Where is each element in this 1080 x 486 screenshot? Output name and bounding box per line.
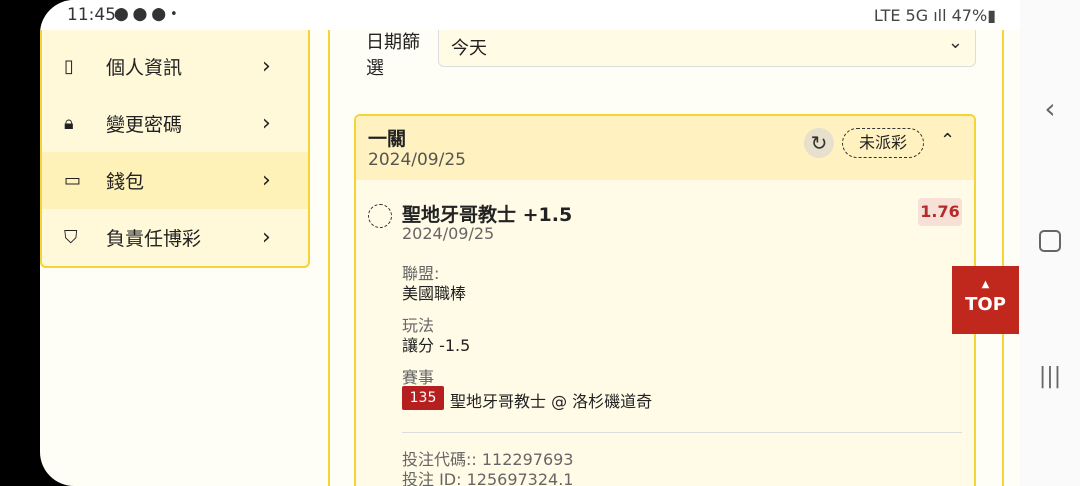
back-icon[interactable]: ‹ xyxy=(1020,92,1080,125)
event-label: 賽事 xyxy=(402,368,435,387)
bet-card-header[interactable]: 一關 2024/09/25 ↻ 未派彩 ⌃ xyxy=(356,116,974,180)
chevron-right-icon: › xyxy=(262,168,271,193)
wallet-icon: ▭ xyxy=(64,170,82,191)
chevron-right-icon: › xyxy=(262,225,271,250)
sidebar-item-responsible-gaming[interactable]: ⛉ 負責任博彩 › xyxy=(42,209,308,266)
play-value: 讓分 -1.5 xyxy=(402,336,471,355)
status-bar: 11:45 ⬤ ⬤ ⬤ • LTE 5G ıll 47%▮ xyxy=(40,0,1020,30)
chevron-up-icon[interactable]: ⌃ xyxy=(940,130,955,151)
event-number-badge: 135 xyxy=(402,386,444,410)
status-badge: 未派彩 xyxy=(842,128,924,158)
bet-card-date: 2024/09/25 xyxy=(368,150,466,170)
sidebar-item-label: 個人資訊 xyxy=(106,57,183,79)
scroll-top-label: TOP xyxy=(965,294,1006,315)
sidebar-item-profile[interactable]: ▯ 個人資訊 › xyxy=(42,38,308,95)
event-name: 聖地牙哥教士 @ 洛杉磯道奇 xyxy=(450,392,653,411)
shield-star-icon: ⛉ xyxy=(64,227,78,248)
status-time: 11:45 xyxy=(67,5,116,25)
bet-history-panel: 日期篩選 今天 ⌄ 一關 2024/09/25 ↻ 未派彩 ⌃ 聖地牙哥教士 +… xyxy=(328,30,1004,486)
home-icon[interactable] xyxy=(1020,230,1080,252)
odds-badge: 1.76 xyxy=(918,198,962,226)
date-filter-label: 日期篩選 xyxy=(366,32,420,79)
lock-icon: 🔒︎ xyxy=(64,113,74,134)
system-icons: LTE 5G ıll 47%▮ xyxy=(873,6,996,25)
sidebar-item-label: 負責任博彩 xyxy=(106,228,202,250)
sidebar-item-wallet[interactable]: ▭ 錢包 › xyxy=(42,152,308,209)
selection-circle-icon xyxy=(368,204,392,228)
app-window: 11:45 ⬤ ⬤ ⬤ • LTE 5G ıll 47%▮ ▯ 個人資訊 › 🔒… xyxy=(40,0,1020,486)
notification-icons: ⬤ ⬤ ⬤ • xyxy=(114,7,178,22)
arrow-up-icon: ▲ xyxy=(981,279,990,290)
date-filter-select[interactable]: 今天 ⌄ xyxy=(438,30,976,67)
sidebar-item-label: 錢包 xyxy=(106,171,145,193)
account-sidebar: ▯ 個人資訊 › 🔒︎ 變更密碼 › ▭ 錢包 › ⛉ 負責任博彩 › xyxy=(40,30,310,268)
bet-card: 一關 2024/09/25 ↻ 未派彩 ⌃ 聖地牙哥教士 +1.5 2024/0… xyxy=(354,114,976,486)
divider xyxy=(402,432,962,433)
screen: 11:45 ⬤ ⬤ ⬤ • LTE 5G ıll 47%▮ ▯ 個人資訊 › 🔒… xyxy=(0,0,1080,486)
sidebar-item-label: 變更密碼 xyxy=(106,114,183,136)
recents-icon[interactable]: ||| xyxy=(1020,364,1080,389)
refresh-icon[interactable]: ↻ xyxy=(804,128,834,158)
bet-selection-date: 2024/09/25 xyxy=(402,224,495,243)
date-filter-value: 今天 xyxy=(451,38,487,59)
scroll-top-button[interactable]: ▲ TOP xyxy=(952,266,1019,334)
chevron-right-icon: › xyxy=(262,111,271,136)
chevron-down-icon: ⌄ xyxy=(947,32,963,53)
bet-type-title: 一關 xyxy=(368,128,407,150)
bet-id: 投注 ID: 125697324.1 xyxy=(402,470,574,486)
league-value: 美國職棒 xyxy=(402,284,467,303)
bet-selection-name: 聖地牙哥教士 +1.5 xyxy=(402,204,573,226)
notebook-icon: ▯ xyxy=(64,56,74,77)
chevron-right-icon: › xyxy=(262,54,271,79)
android-nav-bar: ‹ ||| xyxy=(1020,0,1080,486)
sidebar-item-change-password[interactable]: 🔒︎ 變更密碼 › xyxy=(42,95,308,152)
